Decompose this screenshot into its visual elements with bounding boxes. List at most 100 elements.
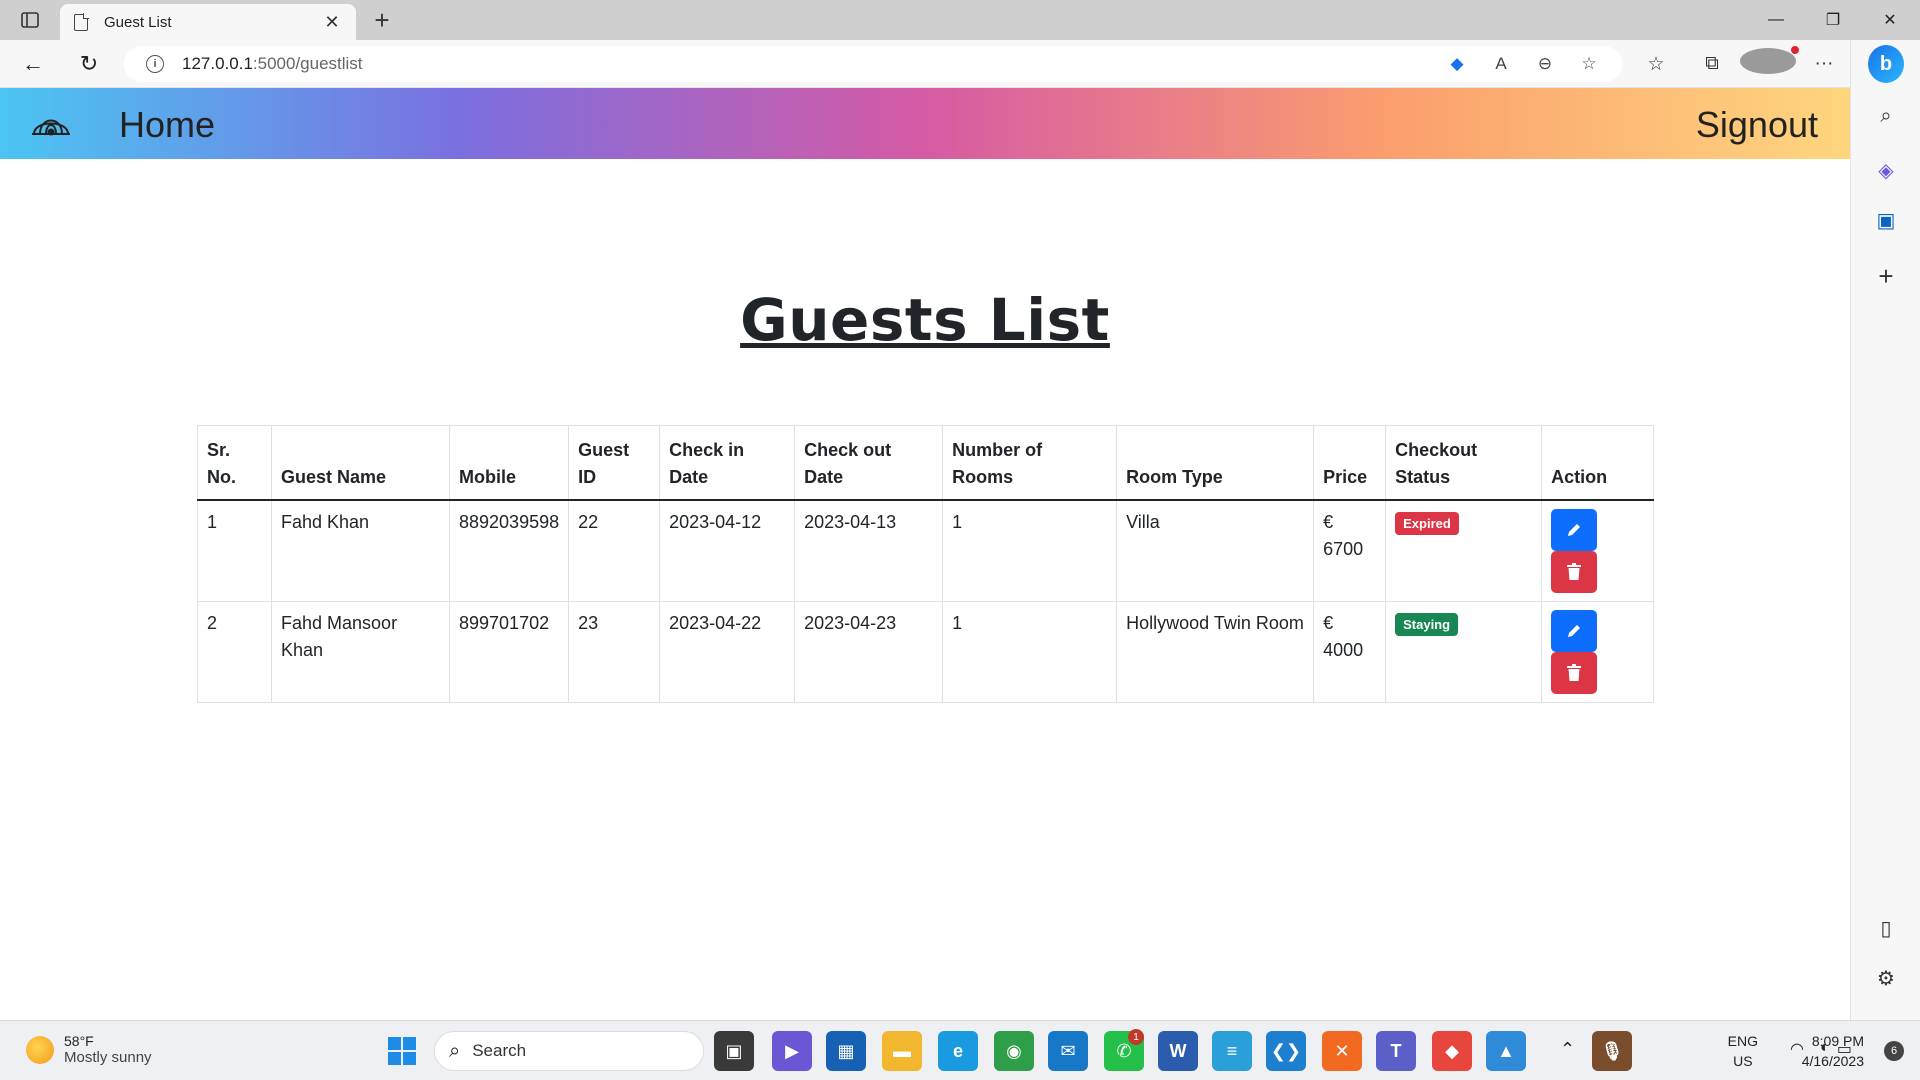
photos-icon[interactable]: ▲ <box>1486 1031 1526 1071</box>
guests-table: Sr. No. Guest Name Mobile Guest ID Check… <box>197 425 1654 703</box>
xampp-icon[interactable]: ✕ <box>1322 1031 1362 1071</box>
url-host: 127.0.0.1 <box>182 54 253 73</box>
read-aloud-icon[interactable]: A <box>1486 54 1516 74</box>
cell-mobile: 8892039598 <box>448 499 570 602</box>
clock-time: 8:09 PM <box>1811 1033 1864 1049</box>
cell-status: Expired <box>1385 499 1543 602</box>
col-header-rooms: Number of Rooms <box>942 425 1118 501</box>
taskbar-search-label: Search <box>472 1041 527 1060</box>
language-indicator[interactable]: ENG US <box>1728 1031 1758 1071</box>
task-view-icon[interactable]: ▣ <box>714 1031 754 1071</box>
weather-widget[interactable]: 58°F Mostly sunny <box>26 1033 152 1066</box>
cell-check-out: 2023-04-13 <box>794 499 944 602</box>
file-explorer-icon[interactable]: ▬ <box>882 1031 922 1071</box>
site-info-icon[interactable]: i <box>146 55 164 73</box>
sidebar-copilot-icon[interactable]: ◈ <box>1868 152 1904 188</box>
col-header-guest-name: Guest Name <box>271 425 450 501</box>
cell-rooms: 1 <box>942 499 1118 602</box>
nav-home-link[interactable]: Home <box>119 104 215 146</box>
sidebar-layout-icon[interactable]: ▯ <box>1868 910 1904 946</box>
word-icon[interactable]: W <box>1158 1031 1198 1071</box>
add-favorite-icon[interactable]: ☆ <box>1574 54 1604 74</box>
profile-icon[interactable] <box>1740 46 1799 80</box>
page-title: Guests List <box>740 286 1110 354</box>
url-text[interactable]: 127.0.0.1:5000/guestlist <box>182 54 363 74</box>
address-bar-row: ← ↻ i 127.0.0.1:5000/guestlist ◆ A ⊖ ☆ ☆… <box>0 40 1920 88</box>
sidebar-search-icon[interactable]: ⌕ <box>1868 98 1904 134</box>
col-header-check-in: Check in Date <box>659 425 796 501</box>
new-tab-icon[interactable]: + <box>368 4 396 36</box>
cell-rooms: 1 <box>942 600 1118 703</box>
trash-icon <box>1567 663 1582 681</box>
lang-region: US <box>1733 1053 1753 1069</box>
restore-icon[interactable]: ❐ <box>1805 0 1861 40</box>
refresh-icon[interactable]: ↻ <box>72 48 106 80</box>
sidebar-outlook-icon[interactable]: ▣ <box>1868 202 1904 238</box>
taskbar-search[interactable]: ⌕ Search <box>434 1031 704 1071</box>
minimize-icon[interactable]: — <box>1748 0 1804 40</box>
edit-button[interactable] <box>1551 508 1598 551</box>
pencil-icon <box>1568 624 1581 637</box>
back-icon[interactable]: ← <box>16 48 50 80</box>
col-header-check-out: Check out Date <box>794 425 944 501</box>
pencil-icon <box>1568 523 1581 536</box>
sidebar-settings-icon[interactable]: ⚙ <box>1868 960 1904 996</box>
system-clock[interactable]: 8:09 PM 4/16/2023 <box>1802 1031 1864 1071</box>
close-window-icon[interactable]: ✕ <box>1862 0 1918 40</box>
anydesk-icon[interactable]: ◆ <box>1432 1031 1472 1071</box>
table-row: 1 Fahd Khan 8892039598 22 2023-04-12 202… <box>197 499 1654 602</box>
zoom-out-icon[interactable]: ⊖ <box>1530 54 1560 74</box>
mail-icon[interactable]: ✉ <box>1048 1031 1088 1071</box>
cell-guest-name: Fahd Mansoor Khan <box>271 600 450 703</box>
lang-code: ENG <box>1727 1033 1758 1049</box>
tab-actions-icon[interactable] <box>14 8 46 32</box>
notepad-icon[interactable]: ≡ <box>1212 1031 1252 1071</box>
cell-guest-name: Fahd Khan <box>271 499 450 602</box>
address-bar[interactable]: i 127.0.0.1:5000/guestlist ◆ A ⊖ ☆ <box>124 46 1622 82</box>
show-hidden-icons[interactable]: ⌃ <box>1560 1039 1575 1060</box>
cell-check-in: 2023-04-22 <box>659 600 796 703</box>
notification-count-badge[interactable]: 6 <box>1884 1041 1904 1061</box>
collections-icon[interactable]: ⧉ <box>1684 53 1740 75</box>
start-button[interactable] <box>382 1031 422 1071</box>
url-path: :5000/guestlist <box>252 54 363 73</box>
clock-date: 4/16/2023 <box>1801 1053 1864 1069</box>
delete-button[interactable] <box>1551 550 1598 593</box>
teams-icon[interactable]: T <box>1376 1031 1416 1071</box>
app-navbar: Home Signout <box>0 88 1850 159</box>
close-tab-icon[interactable]: ✕ <box>322 12 342 33</box>
chrome-icon[interactable]: ◉ <box>994 1031 1034 1071</box>
windows-taskbar: 58°F Mostly sunny ⌕ Search ▣ ▶ ▦ ▬ e ◉ ✉… <box>0 1020 1920 1080</box>
tab-title: Guest List <box>104 13 172 31</box>
search-icon: ⌕ <box>449 1039 461 1062</box>
table-header-row: Sr. No. Guest Name Mobile Guest ID Check… <box>197 425 1654 501</box>
more-menu-icon[interactable]: ··· <box>1796 53 1852 75</box>
browser-tab-strip: Guest List ✕ + — ❐ ✕ <box>0 0 1920 40</box>
sidebar-add-icon[interactable]: + <box>1868 258 1904 294</box>
nav-signout-link[interactable]: Signout <box>1696 104 1818 146</box>
bing-chat-icon[interactable]: b <box>1868 45 1904 83</box>
teams-chat-icon[interactable]: ▶ <box>772 1031 812 1071</box>
col-header-guest-id: Guest ID <box>568 425 661 501</box>
cell-action <box>1541 499 1654 602</box>
cell-sr-no: 1 <box>197 499 272 602</box>
vscode-icon[interactable]: ❮❯ <box>1266 1031 1306 1071</box>
weather-temp: 58°F <box>64 1033 94 1049</box>
cell-check-in: 2023-04-12 <box>659 499 796 602</box>
edit-button[interactable] <box>1551 609 1598 652</box>
store-icon[interactable]: ▦ <box>826 1031 866 1071</box>
brand-logo-icon[interactable] <box>30 110 72 138</box>
cell-price: € 4000 <box>1313 600 1387 703</box>
cell-check-out: 2023-04-23 <box>794 600 944 703</box>
browser-tab[interactable]: Guest List ✕ <box>60 4 356 40</box>
coupon-tag-icon[interactable]: ◆ <box>1442 54 1472 74</box>
cell-action <box>1541 600 1654 703</box>
delete-button[interactable] <box>1551 651 1598 694</box>
weather-sun-icon <box>26 1035 54 1064</box>
microphone-icon[interactable]: 🎙 <box>1592 1031 1632 1071</box>
favorites-icon[interactable]: ☆ <box>1628 53 1684 76</box>
edge-browser-icon[interactable]: e <box>938 1031 978 1071</box>
table-row: 2 Fahd Mansoor Khan 899701702 23 2023-04… <box>197 600 1654 703</box>
page-icon <box>74 12 89 31</box>
cell-room-type: Villa <box>1116 499 1315 602</box>
